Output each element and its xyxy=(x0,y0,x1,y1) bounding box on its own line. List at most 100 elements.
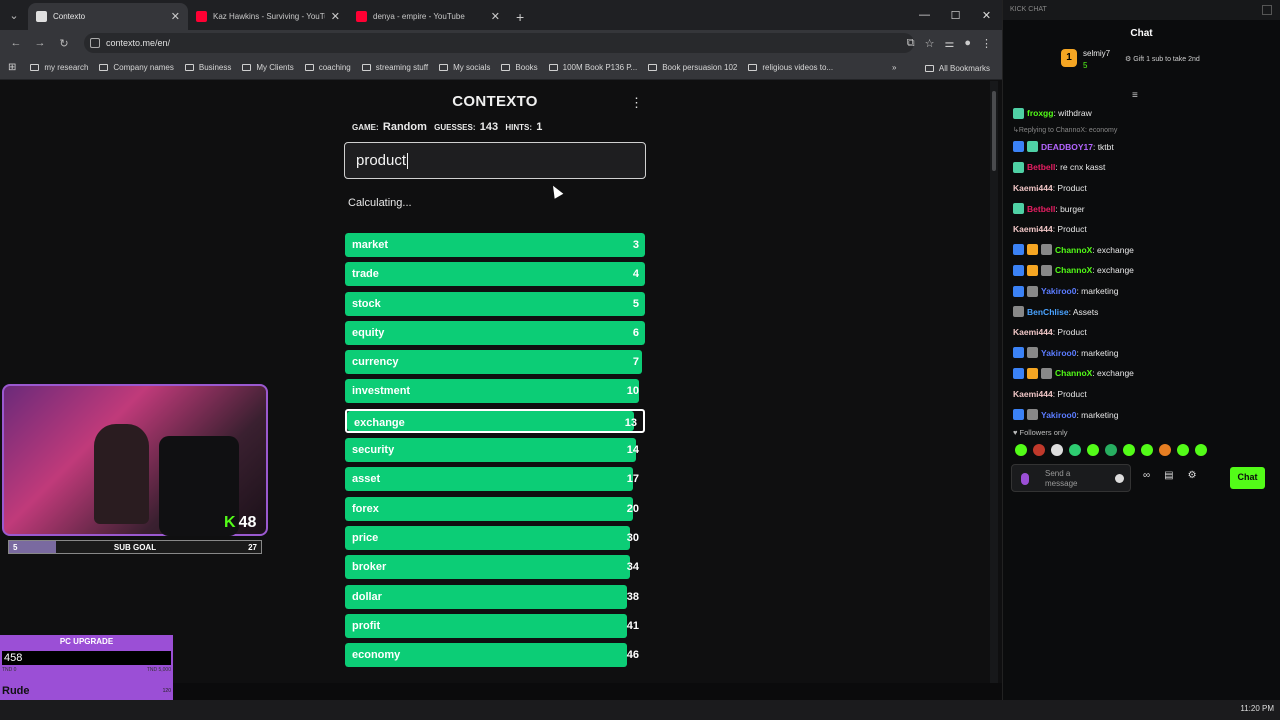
guess-input[interactable]: product xyxy=(344,142,646,179)
chat-username[interactable]: ChannoX xyxy=(1055,368,1092,378)
chat-username[interactable]: ChannoX xyxy=(1055,245,1092,255)
chat-username[interactable]: Kaemi444 xyxy=(1013,183,1053,193)
minimize-icon[interactable]: — xyxy=(909,9,940,21)
bookmark-folder[interactable]: Book persuasion 102 xyxy=(648,63,737,72)
chat-message: Yakiroo0: marketing xyxy=(1013,343,1275,364)
chat-username[interactable]: Yakiroo0 xyxy=(1041,410,1076,420)
tab-close-icon[interactable]: ✕ xyxy=(171,10,180,23)
chat-username[interactable]: Kaemi444 xyxy=(1013,327,1053,337)
url-bar[interactable]: contexto.me/en/ xyxy=(84,33,914,53)
install-icon[interactable]: ⧉ xyxy=(907,37,915,50)
tab-close-icon[interactable]: ✕ xyxy=(491,10,500,23)
emote-icon[interactable] xyxy=(1159,444,1171,456)
guess-rank: 46 xyxy=(626,649,639,662)
chat-username[interactable]: ChannoX xyxy=(1055,265,1092,275)
chat-username[interactable]: Yakiroo0 xyxy=(1041,348,1076,358)
guess-word: price xyxy=(352,531,379,544)
tab-favicon-icon xyxy=(36,11,47,22)
bookmark-label: my research xyxy=(44,63,89,72)
popout-icon[interactable] xyxy=(1262,5,1272,15)
bookmark-folder[interactable]: My Clients xyxy=(242,63,294,72)
browser-tab[interactable]: Kaz Hawkins - Surviving - YouTu ✕ xyxy=(188,3,348,30)
emote-icon[interactable] xyxy=(1033,444,1045,456)
chat-message-text: : Assets xyxy=(1068,306,1099,317)
bookmark-folder[interactable]: streaming stuff xyxy=(361,63,428,72)
guess-rank: 4 xyxy=(632,268,639,281)
folder-icon xyxy=(439,64,449,71)
emote-icon[interactable] xyxy=(1087,444,1099,456)
bookmark-folder[interactable]: my research xyxy=(30,63,88,72)
forward-icon[interactable]: → xyxy=(28,37,52,49)
bookmark-folder[interactable]: coaching xyxy=(304,63,351,72)
chat-message: Kaemi444: Product xyxy=(1013,219,1275,240)
page-scrollbar[interactable] xyxy=(990,81,998,683)
scrollbar-thumb[interactable] xyxy=(992,91,996,171)
chat-settings-icon[interactable]: ⚙ xyxy=(1188,470,1197,481)
browser-menu-icon[interactable]: ⋮ xyxy=(981,37,992,50)
extensions-icon[interactable]: ⚌ xyxy=(944,37,954,50)
bookmark-folder[interactable]: religious videos to... xyxy=(748,63,833,72)
chat-username[interactable]: Kaemi444 xyxy=(1013,224,1053,234)
chat-send-button[interactable]: Chat xyxy=(1230,467,1265,489)
kick-logo-icon: K xyxy=(224,514,236,531)
store-icon[interactable]: ▤ xyxy=(1164,470,1173,481)
tab-search-icon[interactable]: ⌄ xyxy=(0,0,28,30)
emote-icon[interactable] xyxy=(1123,444,1135,456)
bookmark-folder[interactable]: Books xyxy=(501,63,538,72)
new-tab-button[interactable]: + xyxy=(508,3,532,30)
game-menu-icon[interactable]: ⋮ xyxy=(630,95,643,111)
tab-close-icon[interactable]: ✕ xyxy=(331,10,340,23)
bookmark-folder[interactable]: My socials xyxy=(439,63,490,72)
chat-filter-icon[interactable]: ≡ xyxy=(1132,90,1138,101)
more-bookmarks-icon[interactable]: » xyxy=(892,63,896,72)
webcam-feed: K 48 xyxy=(2,384,268,536)
system-clock: 11:20 PM xyxy=(1240,704,1274,713)
all-bookmarks-button[interactable]: All Bookmarks xyxy=(924,56,990,80)
chat-username[interactable]: DEADBOY17 xyxy=(1041,142,1093,152)
emote-icon[interactable] xyxy=(1051,444,1063,456)
pc-upgrade-bar: 458 xyxy=(2,651,171,665)
browser-tab[interactable]: denya - empire - YouTube ✕ xyxy=(348,3,508,30)
pinned-gifter: 1 selmiy7 5 ⚙ Gift 1 sub to take 2nd xyxy=(1003,45,1280,87)
bookmark-folder[interactable]: Business xyxy=(184,63,231,72)
gifter-username[interactable]: selmiy7 xyxy=(1083,49,1110,58)
guess-closeness-bar xyxy=(345,525,630,550)
chat-header: Chat xyxy=(1130,28,1153,39)
maximize-icon[interactable]: ☐ xyxy=(940,9,971,22)
folder-icon xyxy=(304,64,314,71)
user-badge-icon xyxy=(1013,367,1024,379)
apps-grid-icon[interactable]: ⊞ xyxy=(8,62,16,73)
browser-tab[interactable]: Contexto ✕ xyxy=(28,3,188,30)
gift-sub-prompt[interactable]: ⚙ Gift 1 sub to take 2nd xyxy=(1125,55,1200,63)
back-icon[interactable]: ← xyxy=(4,37,28,49)
chat-username[interactable]: Betbell xyxy=(1027,204,1055,214)
infinity-icon[interactable]: ∞ xyxy=(1143,470,1150,481)
chat-username[interactable]: Betbell xyxy=(1027,162,1055,172)
chat-identity-icon[interactable] xyxy=(1021,473,1029,485)
chat-message: Yakiroo0: marketing xyxy=(1013,281,1275,302)
user-badge-icon xyxy=(1041,367,1052,379)
site-info-icon[interactable] xyxy=(90,38,100,48)
chat-message-input[interactable]: Send a message xyxy=(1011,464,1131,492)
bookmark-folder[interactable]: 100M Book P136 P... xyxy=(548,63,637,72)
chat-username[interactable]: BenChlise xyxy=(1027,307,1069,317)
folder-icon xyxy=(648,64,658,71)
emote-icon[interactable] xyxy=(1069,444,1081,456)
emote-icon[interactable] xyxy=(1141,444,1153,456)
profile-icon[interactable]: ● xyxy=(964,37,971,49)
reload-icon[interactable]: ↻ xyxy=(52,37,76,50)
emote-icon[interactable] xyxy=(1015,444,1027,456)
emote-icon[interactable] xyxy=(1195,444,1207,456)
chat-username[interactable]: froxgg xyxy=(1027,108,1053,118)
chat-username[interactable]: Yakiroo0 xyxy=(1041,286,1076,296)
bookmark-folder[interactable]: Company names xyxy=(99,63,174,72)
chat-tools: ∞ ▤ ⚙ xyxy=(1143,470,1197,481)
sub-goal-label: SUB GOAL xyxy=(113,543,157,552)
chat-username[interactable]: Kaemi444 xyxy=(1013,389,1053,399)
emoji-icon[interactable] xyxy=(1115,474,1124,483)
close-window-icon[interactable]: ✕ xyxy=(971,9,1002,22)
emote-icon[interactable] xyxy=(1177,444,1189,456)
user-badge-icon xyxy=(1013,285,1024,297)
emote-icon[interactable] xyxy=(1105,444,1117,456)
bookmark-star-icon[interactable]: ☆ xyxy=(925,37,935,50)
